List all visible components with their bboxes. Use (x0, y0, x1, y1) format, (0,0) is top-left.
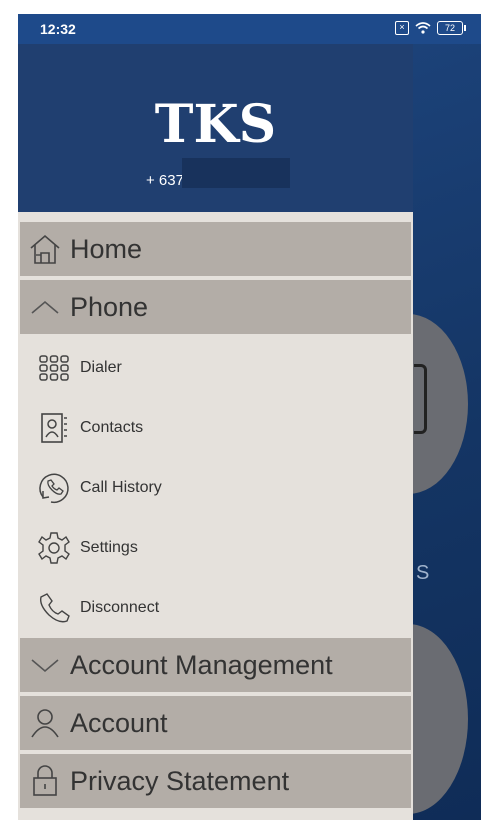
menu-home-label: Home (70, 233, 143, 264)
menu-call-history[interactable]: Call History (18, 458, 413, 518)
menu-phone[interactable]: Phone (20, 280, 411, 334)
menu-contacts-label: Contacts (80, 419, 144, 436)
gear-icon (36, 530, 72, 566)
contacts-book-icon (36, 410, 72, 446)
menu-phone-label: Phone (70, 291, 149, 322)
menu-privacy-statement[interactable]: Privacy Statement (20, 754, 411, 808)
menu-settings-label: Settings (80, 539, 138, 556)
battery-icon: 72 (437, 21, 466, 35)
background-card-edge (414, 364, 427, 434)
wifi-icon (415, 22, 431, 34)
status-icons: × 72 (395, 21, 466, 35)
brand-logo: TKS (154, 94, 277, 155)
dialpad-icon (36, 350, 72, 386)
navigation-drawer: TKS + 637 Home Phone Dialer Contacts Cal… (18, 44, 413, 820)
menu-account[interactable]: Account (20, 696, 411, 750)
phone-number: + 637 (146, 172, 184, 189)
home-icon (26, 232, 64, 266)
lock-icon (26, 764, 64, 798)
menu-disconnect-label: Disconnect (80, 599, 160, 616)
person-icon (26, 706, 64, 740)
menu-call-history-label: Call History (80, 479, 162, 496)
chevron-down-icon (26, 648, 64, 682)
menu-home[interactable]: Home (20, 222, 411, 276)
sim-icon: × (395, 21, 409, 35)
status-bar: 12:32 × 72 (18, 14, 481, 44)
menu-account-management[interactable]: Account Management (20, 638, 411, 692)
chevron-up-icon (26, 290, 64, 324)
background-text: S (416, 562, 430, 584)
menu-disconnect[interactable]: Disconnect (18, 578, 413, 638)
phone-icon (36, 590, 72, 626)
menu-contacts[interactable]: Contacts (18, 398, 413, 458)
menu-account-management-label: Account Management (70, 649, 333, 680)
menu-settings[interactable]: Settings (18, 518, 413, 578)
screen: S 12:32 × 72 TKS + 637 Home Phone Dialer… (18, 14, 481, 820)
phone-history-icon (36, 470, 72, 506)
menu-dialer[interactable]: Dialer (18, 338, 413, 398)
drawer-menu: Home Phone Dialer Contacts Call History … (18, 222, 413, 812)
menu-dialer-label: Dialer (80, 359, 122, 376)
menu-account-label: Account (70, 707, 168, 738)
drawer-header: TKS + 637 (18, 44, 413, 212)
menu-privacy-statement-label: Privacy Statement (70, 765, 290, 796)
redaction-mask (182, 158, 290, 188)
status-time: 12:32 (40, 21, 76, 37)
